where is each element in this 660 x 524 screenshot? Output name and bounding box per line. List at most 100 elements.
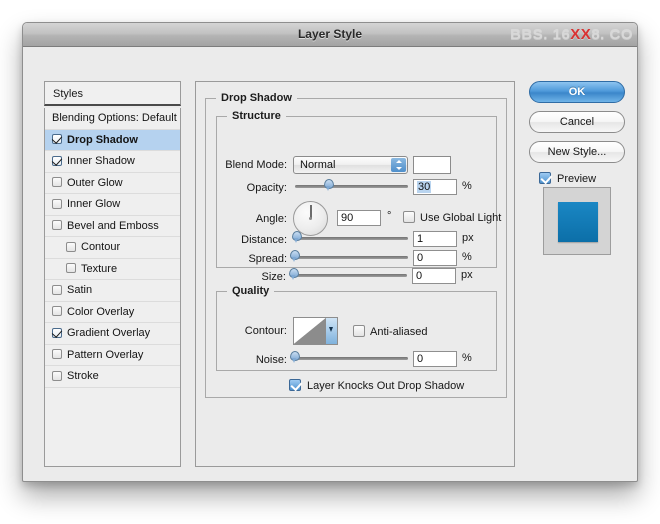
contour-preset-picker[interactable] xyxy=(293,317,338,345)
new-style-button[interactable]: New Style... xyxy=(529,141,625,163)
style-checkbox-drop-shadow[interactable] xyxy=(52,134,62,145)
style-checkbox-texture[interactable] xyxy=(66,263,76,274)
noise-input[interactable]: 0 xyxy=(413,351,457,367)
spread-value: 0 xyxy=(417,252,424,264)
style-label: Texture xyxy=(81,262,118,275)
quality-group: Quality Contour: Anti-aliased Noise: 0 % xyxy=(216,285,497,371)
style-row-inner-shadow[interactable]: Inner Shadow xyxy=(45,151,180,173)
use-global-light-checkbox[interactable] xyxy=(403,211,415,223)
opacity-slider[interactable] xyxy=(295,179,408,193)
blend-mode-label: Blend Mode: xyxy=(225,159,287,171)
preview-label: Preview xyxy=(557,173,597,185)
slider-track xyxy=(295,256,408,259)
angle-value: 90 xyxy=(341,212,354,224)
slider-track xyxy=(294,274,407,277)
style-checkbox-inner-shadow[interactable] xyxy=(52,155,62,166)
style-checkbox-bevel-and-emboss[interactable] xyxy=(52,220,62,231)
style-checkbox-gradient-overlay[interactable] xyxy=(52,327,62,338)
noise-slider[interactable] xyxy=(290,351,408,365)
angle-label: Angle: xyxy=(255,213,287,225)
style-row-outer-glow[interactable]: Outer Glow xyxy=(45,173,180,194)
style-label: Satin xyxy=(67,284,93,296)
style-row-contour[interactable]: Contour xyxy=(45,237,180,259)
spread-input[interactable]: 0 xyxy=(413,250,457,266)
style-row-gradient-overlay[interactable]: Gradient Overlay xyxy=(45,323,180,345)
angle-input[interactable]: 90 xyxy=(337,210,381,226)
layer-knocks-out-label: Layer Knocks Out Drop Shadow xyxy=(307,380,465,392)
structure-group-label: Structure xyxy=(227,110,286,122)
styles-header: Styles xyxy=(44,81,181,106)
style-label: Drop Shadow xyxy=(67,133,138,146)
style-row-bevel-and-emboss[interactable]: Bevel and Emboss xyxy=(45,216,180,237)
style-row-drop-shadow[interactable]: Drop Shadow xyxy=(45,129,180,151)
size-slider[interactable] xyxy=(289,268,407,282)
preview-checkbox[interactable] xyxy=(539,172,551,184)
noise-unit: % xyxy=(462,352,472,364)
distance-value: 1 xyxy=(417,233,424,245)
style-row-satin[interactable]: Satin xyxy=(45,280,180,302)
noise-value: 0 xyxy=(417,353,424,365)
quality-group-label: Quality xyxy=(227,285,275,297)
structure-group: Structure Blend Mode: Normal Opacity: 30 xyxy=(216,110,501,268)
style-label: Blending Options: Default xyxy=(52,112,177,124)
contour-label: Contour: xyxy=(244,325,287,337)
dialog-body: Styles Blending Options: Default Drop Sh… xyxy=(23,47,637,481)
noise-label: Noise: xyxy=(255,354,287,366)
slider-track xyxy=(295,357,408,360)
slider-track xyxy=(295,237,408,240)
styles-list-empty-area xyxy=(45,388,180,467)
style-checkbox-stroke[interactable] xyxy=(52,370,62,381)
style-checkbox-outer-glow[interactable] xyxy=(52,177,62,188)
style-row-texture[interactable]: Texture xyxy=(45,259,180,280)
blend-mode-select[interactable]: Normal xyxy=(293,156,408,174)
style-row-pattern-overlay[interactable]: Pattern Overlay xyxy=(45,345,180,366)
angle-unit: ° xyxy=(387,210,392,222)
style-label: Inner Glow xyxy=(67,198,121,210)
slider-knob[interactable] xyxy=(289,351,301,364)
slider-knob[interactable] xyxy=(288,268,300,281)
style-row-blending-options[interactable]: Blending Options: Default xyxy=(45,108,180,130)
drop-shadow-group-label: Drop Shadow xyxy=(216,92,297,104)
style-checkbox-contour[interactable] xyxy=(66,241,76,252)
shadow-color-swatch[interactable] xyxy=(413,156,451,174)
layer-style-dialog: Layer Style BBS. 16XX8. CO Styles Blendi… xyxy=(22,22,638,482)
dialog-title-bar[interactable]: Layer Style BBS. 16XX8. CO xyxy=(23,23,637,47)
styles-list[interactable]: Blending Options: Default Drop Shadow In… xyxy=(44,108,181,467)
distance-unit: px xyxy=(462,232,474,244)
chevron-updown-icon[interactable] xyxy=(391,158,406,172)
style-checkbox-satin[interactable] xyxy=(52,284,62,295)
size-value: 0 xyxy=(416,270,423,282)
distance-slider[interactable] xyxy=(292,231,408,245)
spread-slider[interactable] xyxy=(290,250,408,264)
use-global-light-label: Use Global Light xyxy=(420,212,502,224)
style-label: Stroke xyxy=(67,370,99,382)
style-row-color-overlay[interactable]: Color Overlay xyxy=(45,302,180,323)
angle-hub xyxy=(309,217,312,220)
style-label: Color Overlay xyxy=(67,305,135,318)
style-row-stroke[interactable]: Stroke xyxy=(45,366,180,388)
blend-mode-value: Normal xyxy=(300,159,336,171)
spread-unit: % xyxy=(462,251,472,263)
slider-knob[interactable] xyxy=(291,231,303,244)
slider-knob[interactable] xyxy=(323,179,335,192)
style-checkbox-pattern-overlay[interactable] xyxy=(52,349,62,360)
style-label: Outer Glow xyxy=(67,176,123,189)
style-row-inner-glow[interactable]: Inner Glow xyxy=(45,194,180,216)
style-label: Gradient Overlay xyxy=(67,327,151,339)
ok-button[interactable]: OK xyxy=(529,81,625,103)
spread-label: Spread: xyxy=(248,253,287,265)
layer-knocks-out-checkbox[interactable] xyxy=(289,379,301,391)
drop-shadow-settings-panel: Drop Shadow Structure Blend Mode: Normal… xyxy=(195,81,515,467)
style-checkbox-color-overlay[interactable] xyxy=(52,306,62,317)
cancel-button[interactable]: Cancel xyxy=(529,111,625,133)
style-checkbox-inner-glow[interactable] xyxy=(52,198,62,209)
size-input[interactable]: 0 xyxy=(412,268,456,284)
contour-curve-icon xyxy=(294,318,326,344)
slider-knob[interactable] xyxy=(289,250,301,263)
opacity-input[interactable]: 30 xyxy=(413,179,457,195)
anti-aliased-label: Anti-aliased xyxy=(370,326,428,338)
chevron-down-icon[interactable] xyxy=(326,318,337,344)
styles-column: Styles Blending Options: Default Drop Sh… xyxy=(44,81,181,467)
distance-input[interactable]: 1 xyxy=(413,231,457,247)
anti-aliased-checkbox[interactable] xyxy=(353,325,365,337)
